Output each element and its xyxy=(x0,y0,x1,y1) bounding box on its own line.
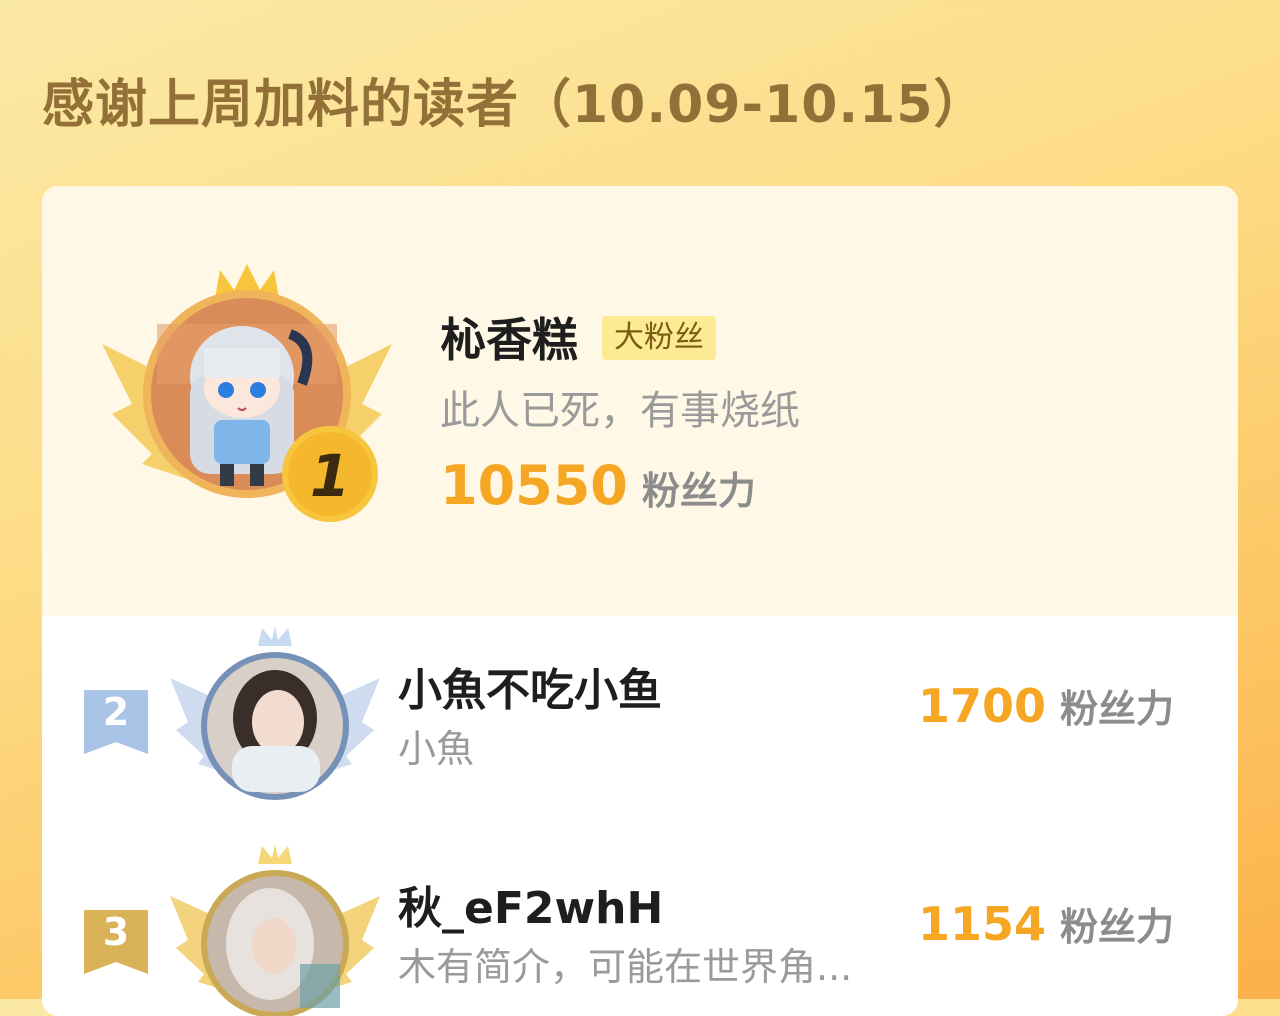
score-unit: 粉丝力 xyxy=(1060,905,1175,949)
reader-avatar[interactable] xyxy=(170,626,380,816)
score-value: 10550 xyxy=(440,454,628,517)
top-reader-avatar[interactable]: 1 xyxy=(102,264,392,534)
top-reader-section[interactable]: 1 杺香糕 大粉丝 此人已死，有事烧纸 10550 粉丝力 xyxy=(42,186,1238,616)
score-value: 1700 xyxy=(918,679,1047,733)
rank-number: 2 xyxy=(102,690,130,734)
score-unit: 粉丝力 xyxy=(641,469,756,513)
fan-level-badge: 大粉丝 xyxy=(602,316,716,360)
top-reader-name[interactable]: 杺香糕 xyxy=(440,304,578,370)
score-unit: 粉丝力 xyxy=(1060,687,1175,731)
list-item[interactable]: 3 秋_eF2whH 木有简介，可能在世界角... 1154 粉丝力 xyxy=(42,844,1238,1016)
reader-bio: 木有简介，可能在世界角... xyxy=(398,945,853,989)
reader-score: 1700 粉丝力 xyxy=(918,678,1174,733)
rank-number: 1 xyxy=(310,442,350,510)
reader-score: 1154 粉丝力 xyxy=(918,896,1174,951)
crown-icon xyxy=(258,844,292,864)
rank-number: 3 xyxy=(102,910,130,954)
top-reader-bio: 此人已死，有事烧纸 xyxy=(440,388,800,434)
top-reader-score: 10550 粉丝力 xyxy=(440,454,756,517)
reader-name[interactable]: 小魚不吃小鱼 xyxy=(398,654,662,718)
score-value: 1154 xyxy=(918,897,1047,951)
crown-icon xyxy=(258,626,292,646)
list-item[interactable]: 2 小魚不吃小鱼 小魚 1700 粉丝力 xyxy=(42,626,1238,826)
reader-name[interactable]: 秋_eF2whH xyxy=(398,872,663,936)
reader-avatar[interactable] xyxy=(170,844,380,1016)
page-title: 感谢上周加料的读者（10.09-10.15） xyxy=(42,75,987,135)
reader-bio: 小魚 xyxy=(398,727,475,771)
leaderboard-card: 1 杺香糕 大粉丝 此人已死，有事烧纸 10550 粉丝力 2 小魚不吃小鱼 小魚… xyxy=(42,186,1238,1016)
